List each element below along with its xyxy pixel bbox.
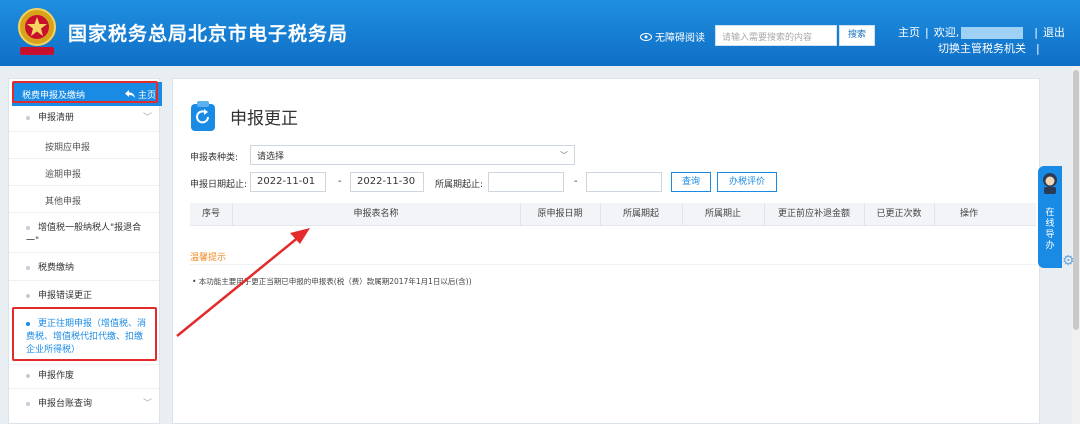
main-panel (172, 78, 1040, 424)
accessibility-link[interactable]: 无障碍阅读 (640, 29, 705, 44)
annotation-highlight-sidebar-header (12, 81, 158, 103)
sidebar-item-label: 申报清册 (38, 113, 75, 123)
logout-link[interactable]: 退出 (1043, 26, 1065, 39)
bullet-icon (26, 265, 30, 270)
sidebar-item-label: 税费缴纳 (38, 263, 75, 273)
online-guide-widget[interactable]: 在线导办 (1038, 166, 1062, 268)
divider (9, 185, 159, 186)
sidebar-item-label: 申报台账查询 (38, 399, 93, 409)
column-header: 已更正次数 (876, 209, 922, 219)
form-type-select[interactable]: 请选择 ﹀ (250, 145, 575, 165)
welcome-text: 欢迎, (933, 26, 960, 39)
form-type-value: 请选择 (257, 152, 285, 162)
sidebar-item-overdue-declare[interactable]: 逾期申报 (45, 167, 81, 180)
gear-icon[interactable]: ⚙ (1062, 253, 1075, 269)
sidebar-item-label: 申报作废 (38, 371, 75, 381)
sidebar-item-label: 增值税一般纳税人"报退合一" (26, 223, 142, 246)
top-links: 主页 | 欢迎, | 退出 (898, 24, 1065, 40)
column-header: 所属期起 (622, 209, 659, 219)
evaluate-button[interactable]: 办税评价 (717, 172, 777, 192)
home-link[interactable]: 主页 (898, 26, 920, 39)
clipboard-refresh-icon (191, 101, 215, 131)
sidebar-item-ledger-query[interactable]: 申报台账查询 ﹀ (26, 398, 156, 411)
bullet-icon (26, 115, 30, 120)
separator: | (1036, 42, 1040, 55)
masked-username (961, 27, 1024, 39)
top-header: 国家税务总局北京市电子税务局 无障碍阅读 请输入需要搜索的内容 搜索 主页 | 欢迎… (0, 0, 1080, 66)
tip-title: 温馨提示 (190, 253, 227, 263)
period-start-input[interactable] (488, 172, 564, 192)
sidebar-item-tax-payment[interactable]: 税费缴纳 (26, 262, 74, 275)
column-header: 申报表名称 (353, 209, 399, 219)
chevron-down-icon: ﹀ (560, 151, 568, 160)
assistant-avatar-icon (1043, 173, 1057, 194)
divider (9, 131, 159, 132)
search-button[interactable]: 搜索 (839, 25, 875, 46)
bullet-icon (26, 401, 30, 406)
sidebar-item-label: 申报错误更正 (38, 291, 93, 301)
sidebar-item-declare-list[interactable]: 申报清册 ﹀ (26, 112, 156, 125)
period-label: 所属期起止: (435, 180, 484, 190)
online-guide-label: 在线导办 (1045, 208, 1055, 251)
divider (9, 252, 159, 253)
sidebar-item-period-declare[interactable]: 按期应申报 (45, 140, 90, 153)
bullet-icon (26, 293, 30, 298)
bullet-icon (26, 225, 30, 230)
switch-authority-link[interactable]: 切换主管税务机关 (938, 42, 1026, 55)
site-title: 国家税务总局北京市电子税务局 (68, 23, 349, 45)
column-header: 操作 (959, 209, 978, 219)
divider (9, 388, 159, 389)
date-range-dash: - (338, 176, 342, 187)
bullet-icon (26, 373, 30, 378)
divider (9, 158, 159, 159)
column-header: 更正前应补退金额 (777, 209, 850, 219)
separator: | (1034, 26, 1038, 39)
column-header: 原申报日期 (537, 209, 583, 219)
divider (9, 364, 159, 365)
tip-text: • 本功能主要用于更正当期已申报的申报表(税（费）款属期2017年1月1日以后(… (192, 277, 472, 286)
divider (190, 264, 1036, 265)
period-range-dash: - (574, 176, 578, 187)
accessibility-label: 无障碍阅读 (655, 33, 705, 44)
sidebar-item-other-declare[interactable]: 其他申报 (45, 194, 81, 207)
column-header: 序号 (201, 209, 220, 219)
sidebar-item-void-declare[interactable]: 申报作废 (26, 370, 74, 383)
sidebar-item-error-correction[interactable]: 申报错误更正 (26, 290, 92, 303)
annotation-highlight-past-correction (12, 307, 157, 361)
form-type-label: 申报表种类: (190, 153, 239, 163)
separator: | (925, 26, 929, 39)
switch-authority-row: 切换主管税务机关 | (938, 40, 1040, 56)
tax-emblem-icon (18, 8, 56, 55)
divider (9, 280, 159, 281)
page-title: 申报更正 (230, 109, 298, 129)
chevron-down-icon: ﹀ (142, 399, 152, 409)
scrollbar-thumb[interactable] (1073, 70, 1079, 330)
date-end-input[interactable]: 2022-11-30 (350, 172, 424, 192)
sidebar-item-vat-merge[interactable]: 增值税一般纳税人"报退合一" (26, 222, 146, 248)
divider (9, 212, 159, 213)
search-input[interactable]: 请输入需要搜索的内容 (715, 25, 837, 46)
column-header: 所属期止 (704, 209, 741, 219)
declare-date-label: 申报日期起止: (190, 180, 248, 190)
period-end-input[interactable] (586, 172, 662, 192)
query-button[interactable]: 查询 (671, 172, 711, 192)
chevron-down-icon: ﹀ (142, 113, 152, 123)
date-start-input[interactable]: 2022-11-01 (250, 172, 326, 192)
table-header: 序号 申报表名称 原申报日期 所属期起 所属期止 更正前应补退金额 已更正次数 … (190, 203, 1036, 226)
eye-icon (640, 32, 652, 41)
